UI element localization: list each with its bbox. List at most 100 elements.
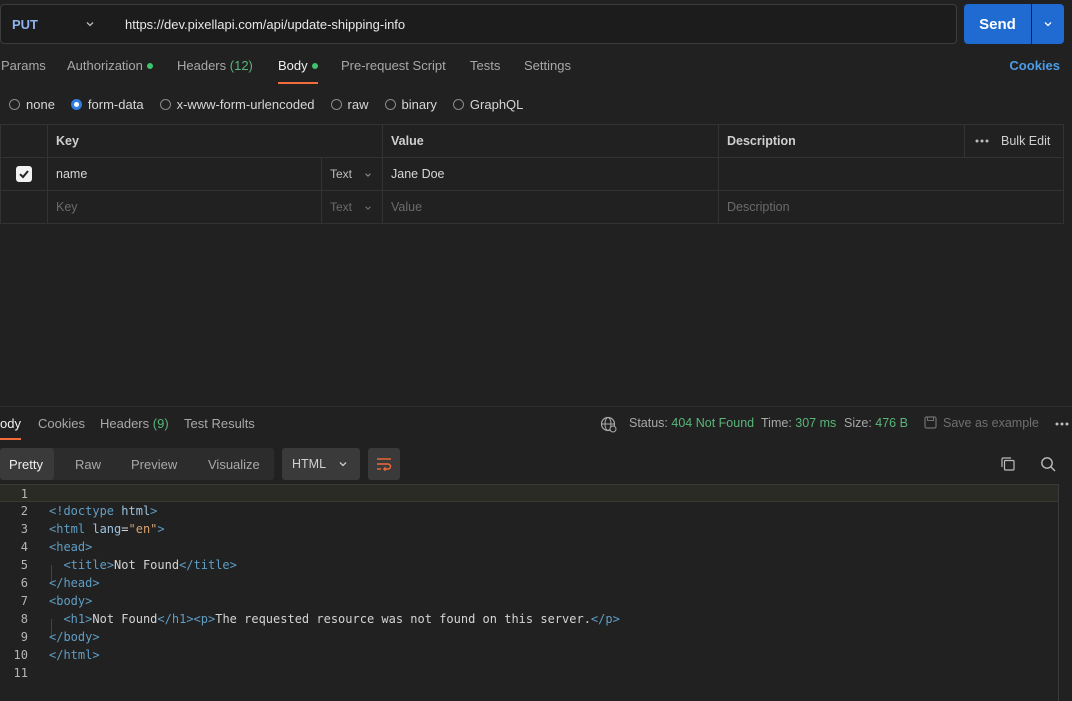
row-key-input[interactable]: name [47,158,321,190]
row-checkbox-cell [0,158,47,190]
view-mode-raw[interactable]: Raw [75,448,101,480]
tab-params[interactable]: Params [1,58,46,84]
radio-circle-icon [452,98,464,110]
globe-network-icon[interactable] [600,416,617,433]
table-header-row: Key Value Description Bulk Edit [0,124,1064,158]
new-description-input[interactable]: Description [718,191,1064,223]
search-icon [1041,457,1056,472]
code-line: 10 </html> [0,646,1058,664]
pane-divider[interactable] [0,406,1072,407]
response-tab-body[interactable]: ody [0,416,21,440]
status-dot-icon [146,62,153,69]
size-label: Size: [844,416,872,430]
radio-circle-icon [159,98,171,110]
status-value: 404 Not Found [671,416,755,430]
vertical-scrollbar[interactable] [1058,484,1059,701]
view-mode-visualize[interactable]: Visualize [208,448,260,480]
method-select[interactable]: PUT [1,5,111,43]
code-line: 4 <head> [0,538,1058,556]
code-text: <h1>Not Found</h1><p>The requested resou… [63,612,620,626]
code-line: 9 </body> [0,628,1058,646]
time-value: 307 ms [795,416,837,430]
response-tab-headers[interactable]: Headers (9) [100,416,169,431]
cookies-link[interactable]: Cookies [1009,58,1060,73]
radio-form-data[interactable]: form-data [70,96,144,112]
tab-authorization[interactable]: Authorization [67,58,153,84]
line-number: 2 [20,504,28,518]
header-value: Value [382,125,718,157]
radio-label: binary [401,96,437,112]
code-text: <title>Not Found</title> [63,558,237,572]
new-type-select[interactable]: Text [321,191,382,223]
line-number: 9 [20,630,28,644]
request-tabs: Params Authorization Headers (12) Body P… [0,58,1072,86]
view-mode-pretty[interactable]: Pretty [0,448,54,480]
radio-x-www-form-urlencoded[interactable]: x-www-form-urlencoded [159,96,315,112]
tab-headers[interactable]: Headers (12) [177,58,253,84]
response-tab-test-results-label: Test Results [184,416,255,431]
tab-settings[interactable]: Settings [524,58,571,84]
request-url-bar: PUT https://dev.pixellapi.com/api/update… [0,4,957,44]
new-key-input[interactable]: Key [47,191,321,223]
response-time: Time: 307 ms [761,416,836,430]
row-type-label: Text [330,167,353,181]
tab-body[interactable]: Body [278,58,318,84]
line-number: 5 [20,558,28,572]
new-type-label: Text [330,200,353,214]
line-number: 10 [13,648,28,662]
row-value-input[interactable]: Jane Doe [382,158,718,190]
code-line: 3 <html lang="en"> [0,520,1058,538]
radio-circle-icon [384,98,396,110]
chevron-down-icon [86,22,94,27]
format-label: HTML [292,457,327,471]
send-button-group: Send [964,4,1064,44]
more-horizontal-icon[interactable] [1055,422,1069,426]
radio-graphql[interactable]: GraphQL [452,96,524,112]
search-button[interactable] [1039,455,1057,473]
radio-raw[interactable]: raw [330,97,369,112]
radio-label: none [26,96,55,112]
radio-label: form-data [87,96,144,112]
radio-none[interactable]: none [9,97,55,112]
code-text: <head> [49,540,93,554]
send-options-button[interactable] [1032,4,1064,44]
wrap-lines-button[interactable] [368,448,400,480]
response-tab-cookies[interactable]: Cookies [38,416,85,431]
line-number: 4 [20,540,28,554]
url-input[interactable]: https://dev.pixellapi.com/api/update-shi… [111,17,405,32]
tab-headers-label: Headers [177,58,227,73]
radio-label: GraphQL [469,96,524,112]
response-code-viewer[interactable]: 1 2 <!doctype html> 3 <html lang="en"> 4 <head… [0,484,1072,701]
header-description: Description [718,125,964,157]
chevron-down-icon [365,206,371,210]
table-row: name Text Jane Doe [0,158,1064,191]
checkmark-icon [19,170,29,179]
radio-circle-icon [330,98,342,110]
line-number: 11 [13,666,28,680]
code-line: 5 <title>Not Found</title> [0,556,1058,574]
tab-pre-request-script[interactable]: Pre-request Script [341,58,446,84]
new-value-input[interactable]: Value [382,191,718,223]
code-line: 1 [0,484,1058,502]
row-checkbox[interactable] [16,166,32,182]
response-tab-body-label: ody [0,416,21,431]
save-as-example-button[interactable]: Save as example [924,416,1039,430]
tab-settings-label: Settings [524,58,571,73]
radio-circle-icon [9,98,20,110]
row-type-select[interactable]: Text [321,158,382,190]
save-as-example-label: Save as example [943,416,1039,430]
send-button[interactable]: Send [964,4,1031,44]
row-description-input[interactable] [718,158,1064,190]
tab-tests[interactable]: Tests [470,58,500,84]
tab-pre-request-label: Pre-request Script [341,58,446,73]
bulk-edit-button[interactable]: Bulk Edit [964,125,1064,157]
radio-binary[interactable]: binary [384,96,437,112]
response-tab-test-results[interactable]: Test Results [184,416,255,431]
response-bar: ody Cookies Headers (9) Test Results Sta… [0,414,1072,440]
copy-button[interactable] [999,455,1017,473]
format-select[interactable]: HTML [282,448,360,480]
size-value: 476 B [875,416,908,430]
view-mode-preview[interactable]: Preview [131,448,177,480]
radio-label: x-www-form-urlencoded [176,96,315,112]
chevron-down-icon [339,462,347,467]
